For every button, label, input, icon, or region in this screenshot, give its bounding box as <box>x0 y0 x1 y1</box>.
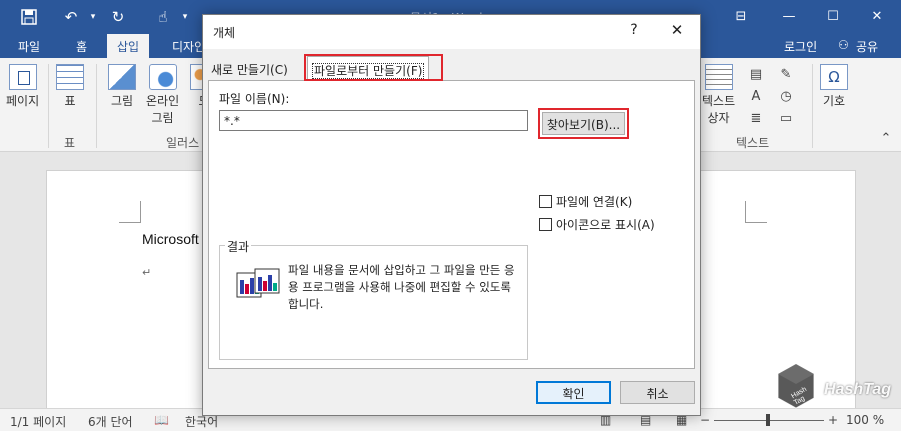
embed-file-icon <box>236 268 280 298</box>
browse-button[interactable]: 찾아보기(B)... <box>542 112 625 135</box>
tab-home[interactable]: 홈 <box>66 34 97 58</box>
text-box-button[interactable]: 텍스트 상자 <box>702 64 735 126</box>
watermark-text: HashTag <box>824 381 891 398</box>
customize-toolbar-icon[interactable]: ▾ <box>174 6 196 28</box>
ribbon-display-options-icon[interactable]: ⊟ <box>730 6 752 26</box>
maximize-icon[interactable]: ☐ <box>822 6 844 26</box>
file-name-input[interactable] <box>219 110 528 131</box>
date-time-icon[interactable]: ◷ <box>776 88 796 104</box>
crop-mark <box>745 201 767 223</box>
undo-dropdown-icon[interactable]: ▾ <box>82 6 104 28</box>
ribbon-separator <box>812 64 813 148</box>
ok-button[interactable]: 확인 <box>536 381 611 404</box>
paragraph-mark: ↵ <box>142 266 152 279</box>
login-link[interactable]: 로그인 <box>784 38 817 55</box>
document-text: Microsoft <box>142 231 199 247</box>
picture-button[interactable]: 그림 <box>108 64 136 109</box>
checkbox-unchecked-icon <box>539 218 552 231</box>
zoom-slider-thumb[interactable] <box>766 414 770 426</box>
file-name-label: 파일 이름(N): <box>219 92 290 106</box>
display-as-icon-checkbox[interactable]: 아이콘으로 표시(A) <box>539 216 655 233</box>
table-label: 표 <box>64 94 76 108</box>
symbol-label: 기호 <box>822 94 846 108</box>
link-to-file-checkbox[interactable]: 파일에 연결(K) <box>539 193 632 210</box>
pages-label: 페이지 <box>6 94 40 108</box>
page-icon <box>8 64 37 90</box>
zoom-out-button[interactable]: − <box>700 413 710 427</box>
text-box-label-2: 상자 <box>707 111 730 125</box>
link-to-file-label: 파일에 연결(K) <box>556 195 633 209</box>
picture-icon <box>108 64 136 90</box>
help-button[interactable]: ? <box>625 22 643 38</box>
online-picture-label-2: 그림 <box>151 111 174 125</box>
online-picture-button[interactable]: 온라인 그림 <box>146 64 179 126</box>
tab-file[interactable]: 파일 <box>8 34 50 58</box>
dialog-close-button[interactable]: ✕ <box>667 21 687 39</box>
minimize-icon[interactable]: — <box>778 6 800 26</box>
share-user-icon[interactable]: ⚇ <box>838 38 849 52</box>
crop-mark <box>119 201 141 223</box>
close-window-icon[interactable]: ✕ <box>866 6 888 26</box>
drop-cap-icon[interactable]: ≣ <box>746 110 766 126</box>
repeat-icon[interactable]: ↻ <box>107 6 129 28</box>
hashtag-logo-icon: Hash Tag <box>777 363 815 409</box>
symbol-button[interactable]: Ω 기호 <box>820 64 848 109</box>
text-box-label-1: 텍스트 <box>702 94 736 108</box>
text-group-label: 텍스트 <box>736 136 770 150</box>
tab-create-from-file-label: 파일로부터 만들기(F) <box>312 63 425 79</box>
page-count[interactable]: 1/1 페이지 <box>10 413 66 430</box>
quick-parts-icon[interactable]: ▤ <box>746 66 766 82</box>
tab-insert[interactable]: 삽입 <box>107 34 150 58</box>
omega-icon: Ω <box>820 64 848 90</box>
picture-label: 그림 <box>110 94 134 108</box>
signature-line-icon[interactable]: ✎ <box>776 66 796 82</box>
undo-icon[interactable]: ↶ <box>60 6 82 28</box>
tab-create-from-file[interactable]: 파일로부터 만들기(F) <box>307 56 430 81</box>
object-dialog: 개체 ? ✕ 새로 만들기(C) 파일로부터 만들기(F) 파일 이름(N): … <box>202 14 701 416</box>
proofing-icon[interactable]: 📖 <box>154 413 169 427</box>
online-picture-label-1: 온라인 <box>146 94 180 108</box>
touch-mode-icon[interactable]: ☝ <box>152 6 174 28</box>
collapse-ribbon-icon[interactable]: ⌃ <box>876 130 896 146</box>
result-group: 결과 파일 내용을 문서에 삽입하고 그 파일을 만든 응용 프로그램을 사용해… <box>219 238 528 360</box>
ribbon-separator <box>96 64 97 148</box>
display-as-icon-label: 아이콘으로 표시(A) <box>556 218 655 232</box>
share-button[interactable]: 공유 <box>856 38 878 55</box>
tab-create-new[interactable]: 새로 만들기(C) <box>207 58 292 80</box>
pages-button[interactable]: 페이지 <box>6 64 39 109</box>
cancel-button[interactable]: 취소 <box>620 381 695 404</box>
ribbon-separator <box>48 64 49 148</box>
wordart-icon[interactable]: A <box>746 88 766 104</box>
save-icon[interactable] <box>18 6 40 28</box>
result-description: 파일 내용을 문서에 삽입하고 그 파일을 만든 응용 프로그램을 사용해 나중… <box>288 263 515 311</box>
word-count[interactable]: 6개 단어 <box>88 413 133 430</box>
table-button[interactable]: 표 <box>56 64 84 109</box>
hashtag-watermark: Hash Tag HashTag <box>776 358 896 418</box>
dialog-title: 개체 <box>213 26 236 40</box>
checkbox-unchecked-icon <box>539 195 552 208</box>
text-box-icon <box>704 64 733 90</box>
create-from-file-panel: 파일 이름(N): 찾아보기(B)... 파일에 연결(K) 아이콘으로 표시(… <box>208 80 695 369</box>
online-picture-icon <box>148 64 177 90</box>
result-legend: 결과 <box>225 238 252 255</box>
illustrations-group-label: 일러스 <box>166 136 200 150</box>
table-group-label: 표 <box>64 136 76 150</box>
dialog-title-bar: 개체 ? ✕ <box>203 15 700 49</box>
table-icon <box>56 64 84 90</box>
object-icon[interactable]: ▭ <box>776 110 796 126</box>
